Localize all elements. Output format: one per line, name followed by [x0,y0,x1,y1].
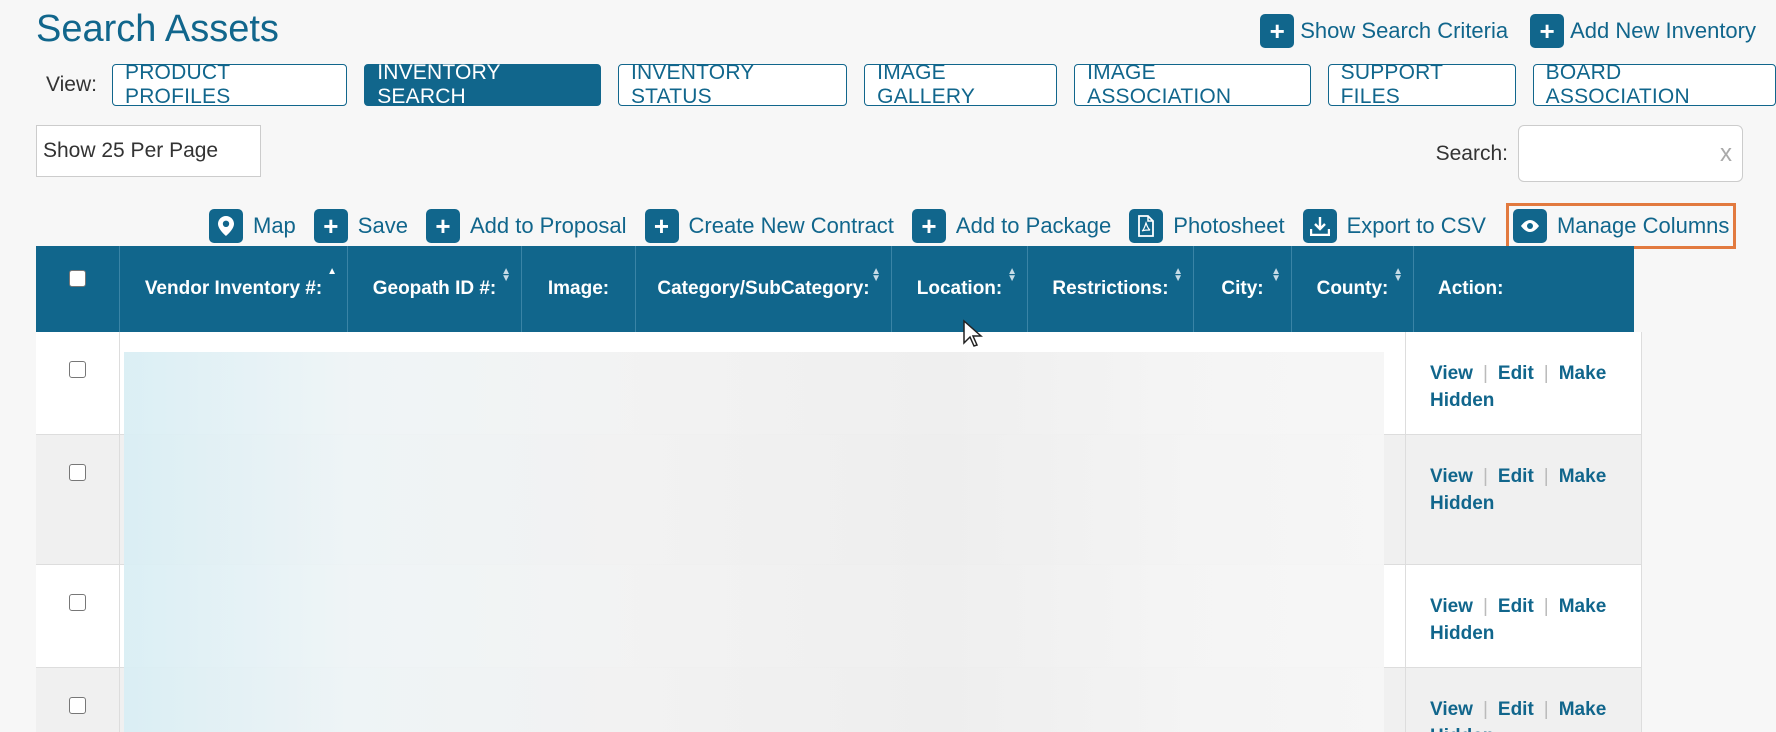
column-label: Geopath ID #: [372,278,497,299]
sort-icon[interactable]: ▲ ▼ [1173,267,1183,284]
sort-icon[interactable]: ▲ ▼ [1393,267,1403,284]
plus-icon: + [644,209,679,243]
map-button[interactable]: Map [209,205,296,247]
save-button[interactable]: + Save [313,205,408,247]
add-to-proposal-button[interactable]: + Add to Proposal [425,205,627,247]
top-actions: + Show Search Criteria + Add New Invento… [1260,14,1756,48]
column-label: Vendor Inventory #: [144,278,323,299]
view-link[interactable]: View [1430,596,1473,617]
plus-icon: + [313,209,348,243]
add-new-inventory-label: Add New Inventory [1570,18,1756,43]
page-title: Search Assets [36,8,279,50]
edit-link[interactable]: Edit [1498,596,1534,617]
row-checkbox[interactable] [69,361,86,378]
row-checkbox[interactable] [69,464,86,481]
redacted-content [124,352,1384,732]
sort-icon[interactable]: ▲ ▼ [1271,267,1281,284]
column-label: Action: [1438,278,1504,299]
eye-icon [1512,209,1547,243]
show-search-criteria-label: Show Search Criteria [1300,18,1509,43]
column-label: City: [1221,278,1264,299]
per-page-select[interactable]: Show 25 Per Page [36,125,261,177]
edit-link[interactable]: Edit [1498,466,1534,487]
row-actions: View|Edit|Make Hidden [1406,668,1642,732]
tab-image-gallery[interactable]: IMAGE GALLERY [864,61,1058,108]
column-label: Restrictions: [1052,278,1169,299]
show-search-criteria-button[interactable]: + Show Search Criteria [1260,14,1508,48]
table-header: Vendor Inventory #: ▲ Geopath ID #: ▲ ▼ I… [36,246,1634,332]
view-link[interactable]: View [1430,363,1473,384]
table-toolbar: Map + Save + Add to Proposal + Create Ne… [209,203,1737,249]
view-link[interactable]: View [1430,466,1473,487]
download-icon [1302,209,1337,243]
plus-icon: + [911,209,946,243]
sort-icon[interactable]: ▲ ▼ [501,267,511,284]
view-selector: View: PRODUCT PROFILES INVENTORY SEARCH … [46,61,1776,108]
row-select-cell [36,332,120,434]
pdf-icon [1129,209,1164,243]
search-area: Search: x [1436,125,1743,182]
column-city[interactable]: City: ▲ ▼ [1194,246,1292,332]
search-label: Search: [1435,141,1508,165]
sort-icon[interactable]: ▲ ▼ [1007,267,1017,284]
row-actions: View|Edit|Make Hidden [1406,565,1642,667]
row-select-cell [36,668,120,732]
plus-icon: + [1260,14,1295,48]
add-new-inventory-button[interactable]: + Add New Inventory [1530,14,1756,48]
select-all-checkbox[interactable] [69,270,86,287]
export-csv-button[interactable]: Export to CSV [1302,205,1486,247]
photosheet-label: Photosheet [1173,213,1285,238]
sort-ascending-icon[interactable]: ▲ [327,267,337,277]
manage-columns-label: Manage Columns [1556,213,1730,238]
create-new-contract-label: Create New Contract [688,213,894,238]
map-pin-icon [209,209,243,243]
edit-link[interactable]: Edit [1498,699,1534,720]
row-select-cell [36,565,120,667]
map-label: Map [253,213,296,238]
row-actions: View|Edit|Make Hidden [1406,435,1642,564]
sort-icon[interactable]: ▲ ▼ [871,267,881,284]
column-restrictions[interactable]: Restrictions: ▲ ▼ [1028,246,1194,332]
plus-icon: + [425,209,460,243]
view-label: View: [46,73,97,96]
column-county[interactable]: County: ▲ ▼ [1292,246,1414,332]
view-tabs: PRODUCT PROFILES INVENTORY SEARCH INVENT… [111,61,1776,108]
tab-inventory-status[interactable]: INVENTORY STATUS [617,61,848,108]
select-all-header [36,246,120,332]
tab-board-association[interactable]: BOARD ASSOCIATION [1532,61,1776,108]
save-label: Save [357,213,408,238]
tab-support-files[interactable]: SUPPORT FILES [1327,61,1516,108]
manage-columns-button[interactable]: Manage Columns [1505,203,1737,249]
column-label: Location: [916,278,1003,299]
column-location[interactable]: Location: ▲ ▼ [892,246,1028,332]
edit-link[interactable]: Edit [1498,363,1534,384]
add-to-package-button[interactable]: + Add to Package [911,205,1112,247]
add-to-proposal-label: Add to Proposal [469,213,627,238]
row-checkbox[interactable] [69,697,86,714]
row-checkbox[interactable] [69,594,86,611]
row-actions: View|Edit|Make Hidden [1406,332,1642,434]
view-link[interactable]: View [1430,699,1473,720]
tab-inventory-search[interactable]: INVENTORY SEARCH [364,61,601,108]
column-image: Image: [522,246,636,332]
add-to-package-label: Add to Package [955,213,1112,238]
column-label: Image: [547,278,610,299]
column-action: Action: [1414,246,1634,332]
column-geopath-id[interactable]: Geopath ID #: ▲ ▼ [348,246,522,332]
clear-search-icon[interactable]: x [1720,140,1732,168]
mouse-cursor-icon [963,319,983,347]
search-input[interactable]: x [1518,125,1743,182]
column-vendor-inventory[interactable]: Vendor Inventory #: ▲ [120,246,348,332]
tab-product-profiles[interactable]: PRODUCT PROFILES [111,61,348,108]
column-label: Category/SubCategory: [657,278,870,299]
create-new-contract-button[interactable]: + Create New Contract [644,205,894,247]
export-csv-label: Export to CSV [1346,213,1486,238]
row-select-cell [36,435,120,564]
column-label: County: [1316,278,1389,299]
column-category[interactable]: Category/SubCategory: ▲ ▼ [636,246,892,332]
photosheet-button[interactable]: Photosheet [1129,205,1285,247]
plus-icon: + [1530,14,1565,48]
tab-image-association[interactable]: IMAGE ASSOCIATION [1074,61,1311,108]
